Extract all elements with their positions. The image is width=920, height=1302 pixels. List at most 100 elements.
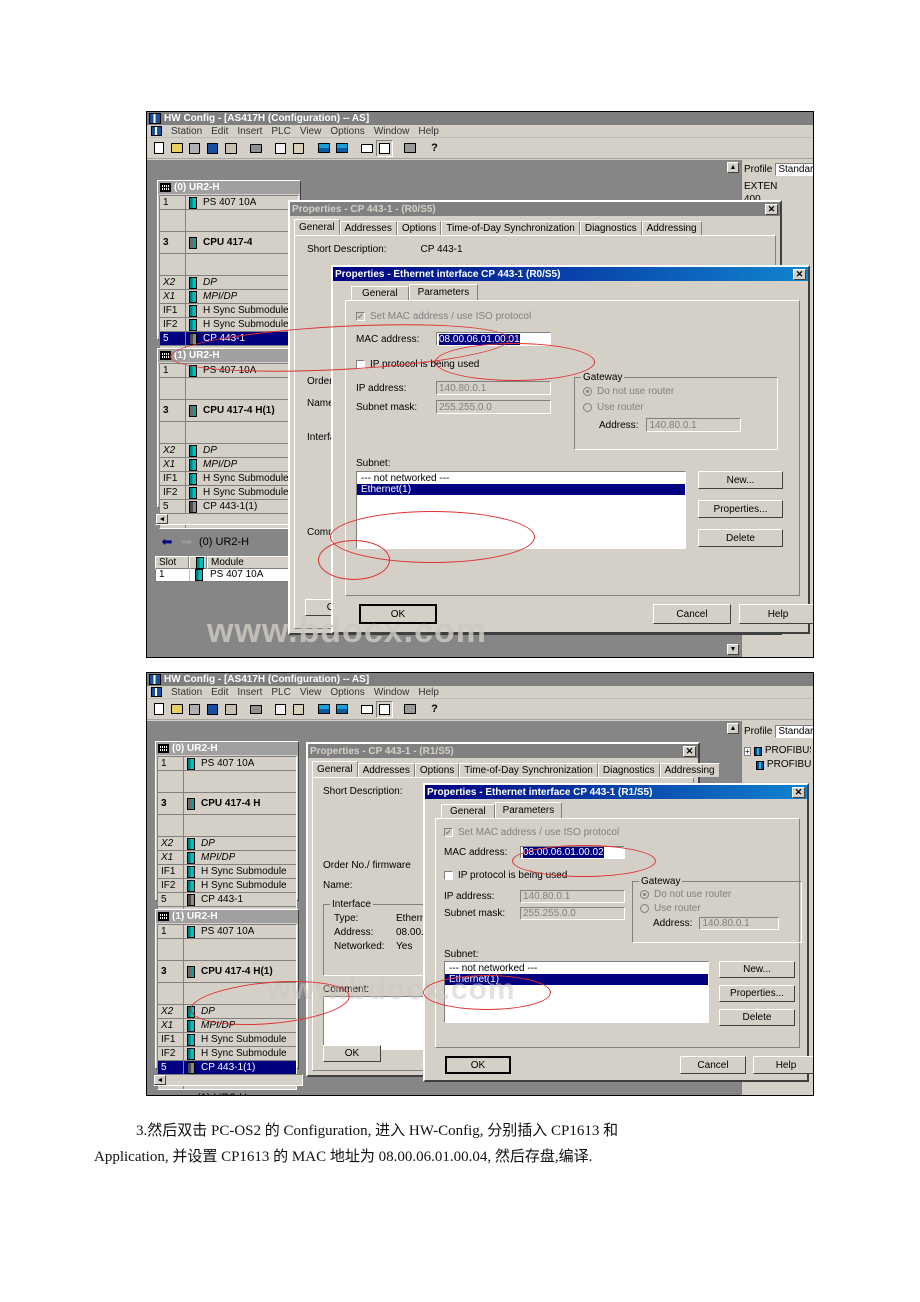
rack-row[interactable]: IF1 H Sync Submodule [160, 304, 298, 318]
save-icon[interactable] [204, 139, 221, 157]
catalog-icon[interactable] [376, 700, 393, 718]
rack-row[interactable]: X1 MPI/DP [158, 1019, 296, 1033]
mac-address-input-1[interactable]: 08.00.06.01.00.01 [436, 332, 551, 346]
paste-icon[interactable] [290, 700, 307, 718]
rack-row[interactable]: 1 PS 407 10A [158, 925, 296, 939]
gateway-no-router-radio-2[interactable] [640, 890, 649, 899]
menu-help[interactable]: Help [418, 687, 439, 698]
download-icon[interactable] [222, 139, 239, 157]
subnet-delete-button-1[interactable]: Delete [698, 529, 783, 547]
subnet-listbox-2[interactable]: --- not networked --- Ethernet(1) [444, 961, 709, 1023]
rack-row[interactable]: X1 MPI/DP [160, 458, 298, 472]
rack-row[interactable]: 3 CPU 417-4 H(1) [158, 961, 296, 983]
nav-back-icon[interactable]: ⬅ [157, 1090, 173, 1096]
rack-row[interactable]: 1 PS 407 10A [160, 364, 298, 378]
menu-insert[interactable]: Insert [237, 687, 262, 698]
menu-window[interactable]: Window [374, 126, 410, 137]
ethernet-interface-dialog-1[interactable]: Properties - Ethernet interface CP 443-1… [331, 265, 813, 634]
module-icon[interactable] [358, 700, 375, 718]
subnet-item-not-networked-2[interactable]: --- not networked --- [445, 963, 708, 974]
print-icon[interactable] [247, 139, 264, 157]
rack-row[interactable]: 3 CPU 417-4 [160, 232, 298, 254]
subnet-properties-button-1[interactable]: Properties... [698, 500, 783, 518]
station-config-icon[interactable] [315, 139, 332, 157]
rack-row[interactable]: X2 DP [158, 1005, 296, 1019]
cp-dialog-tabs-1[interactable]: General Addresses Options Time-of-Day Sy… [290, 219, 780, 235]
tab-diagnostics[interactable]: Diagnostics [579, 221, 642, 235]
rack-row[interactable] [158, 939, 296, 961]
tab-addressing[interactable]: Addressing [659, 763, 720, 777]
subnet-new-button-2[interactable]: New... [719, 961, 795, 978]
tab-addresses[interactable]: Addresses [357, 763, 415, 777]
rack-row[interactable] [158, 815, 296, 837]
module-icon[interactable] [358, 139, 375, 157]
rack-row[interactable]: IF1 H Sync Submodule [160, 472, 298, 486]
hscrollbar-1[interactable]: ◄ [155, 513, 305, 525]
rack-1-panel-1[interactable]: (1) UR2-H 1 PS 407 10A 3 CPU 417-4 H(1) X2 DP… [157, 348, 301, 529]
rack-row[interactable]: X1 MPI/DP [158, 851, 296, 865]
ip-protocol-row-2[interactable]: IP protocol is being used [436, 859, 799, 881]
set-mac-row-2[interactable]: ✔ Set MAC address / use ISO protocol [436, 819, 799, 838]
menu-view[interactable]: View [300, 687, 322, 698]
catalog-tree-item-0[interactable]: + PROFIBUS DP [744, 744, 811, 758]
rack-row[interactable]: 1 PS 407 10A [158, 757, 296, 771]
menubar-1[interactable]: Station Edit Insert PLC View Options Win… [147, 125, 813, 138]
rack-1-panel-2[interactable]: (1) UR2-H 1 PS 407 10A 3 CPU 417-4 H(1) X2 DP… [155, 909, 299, 1090]
set-mac-row-1[interactable]: ✔ Set MAC address / use ISO protocol [346, 301, 799, 322]
save-as-icon[interactable] [186, 139, 203, 157]
menu-view[interactable]: View [300, 126, 322, 137]
menu-edit[interactable]: Edit [211, 126, 228, 137]
subnet-item-not-networked-1[interactable]: --- not networked --- [357, 473, 685, 484]
rack-row[interactable] [160, 422, 298, 444]
ethernet-interface-dialog-2[interactable]: Properties - Ethernet interface CP 443-1… [423, 783, 813, 1082]
profile-row-2[interactable]: Profile Standard [742, 721, 813, 738]
gateway-use-router-radio-1[interactable] [583, 403, 592, 412]
set-mac-checkbox-1[interactable]: ✔ [356, 312, 365, 321]
tab-general[interactable]: General [351, 286, 409, 300]
rack-0-panel-2[interactable]: (0) UR2-H 1 PS 407 10A 3 CPU 417-4 H X2 DP X1 M… [155, 741, 299, 922]
catalog-icon[interactable] [376, 139, 393, 157]
cp-dialog-titlebar-2[interactable]: Properties - CP 443-1 - (R1/S5) ✕ [308, 744, 698, 758]
station-config-icon[interactable] [315, 700, 332, 718]
eth-cancel-button-1[interactable]: Cancel [653, 604, 731, 624]
eth-ok-button-2[interactable]: OK [445, 1056, 511, 1074]
rack-row[interactable]: 1 PS 407 10A [160, 196, 298, 210]
tab-general[interactable]: General [312, 761, 358, 777]
nav-back-icon[interactable]: ⬅ [159, 534, 175, 549]
subnet-properties-button-2[interactable]: Properties... [719, 985, 795, 1002]
eth-cancel-button-2[interactable]: Cancel [680, 1056, 746, 1074]
tab-general[interactable]: General [441, 804, 495, 818]
detail-table-row-1[interactable]: 1 PS 407 10A [155, 569, 307, 582]
paste-icon[interactable] [290, 139, 307, 157]
rack-row[interactable]: IF2 H Sync Submodule [158, 879, 296, 893]
ip-protocol-row-1[interactable]: IP protocol is being used [346, 346, 799, 370]
gateway-use-router-row-1[interactable]: Use router [575, 397, 777, 413]
tab-time-of-day-synchronization[interactable]: Time-of-Day Synchronization [441, 221, 580, 235]
rack-row[interactable]: IF2 H Sync Submodule [160, 318, 298, 332]
close-icon[interactable]: ✕ [765, 203, 778, 215]
eth-ok-button-1[interactable]: OK [359, 604, 437, 624]
rack-row[interactable]: 3 CPU 417-4 H [158, 793, 296, 815]
mac-address-input-2[interactable]: 08.00.06.01.00.02 [520, 846, 625, 859]
profile-select-2[interactable]: Standard [775, 725, 813, 738]
help-pointer-icon[interactable]: ? [426, 139, 443, 157]
save-icon[interactable] [204, 700, 221, 718]
subnet-item-ethernet1-1[interactable]: Ethernet(1) [357, 484, 685, 495]
save-as-icon[interactable] [186, 700, 203, 718]
network-icon[interactable] [401, 700, 418, 718]
tab-parameters[interactable]: Parameters [408, 284, 479, 300]
catalog-tree-item-1[interactable]: PROFIBUS-PA [744, 758, 811, 772]
rack-row[interactable] [158, 771, 296, 793]
copy-icon[interactable] [272, 139, 289, 157]
close-icon[interactable]: ✕ [793, 268, 806, 280]
eth-dialog-titlebar-2[interactable]: Properties - Ethernet interface CP 443-1… [425, 785, 807, 799]
menu-options[interactable]: Options [330, 126, 364, 137]
subnet-item-ethernet1-2[interactable]: Ethernet(1) [445, 974, 708, 985]
rack-row[interactable]: X2 DP [160, 276, 298, 290]
print-icon[interactable] [247, 700, 264, 718]
mac-address-row-1[interactable]: MAC address: 08.00.06.01.00.01 [346, 322, 799, 346]
detail-table-1[interactable]: Slot Module 1 PS 407 10A [155, 556, 307, 582]
cp-dialog-tabs-2[interactable]: General Addresses Options Time-of-Day Sy… [308, 761, 720, 777]
rack-row[interactable]: X1 MPI/DP [160, 290, 298, 304]
tab-general[interactable]: General [294, 219, 340, 235]
